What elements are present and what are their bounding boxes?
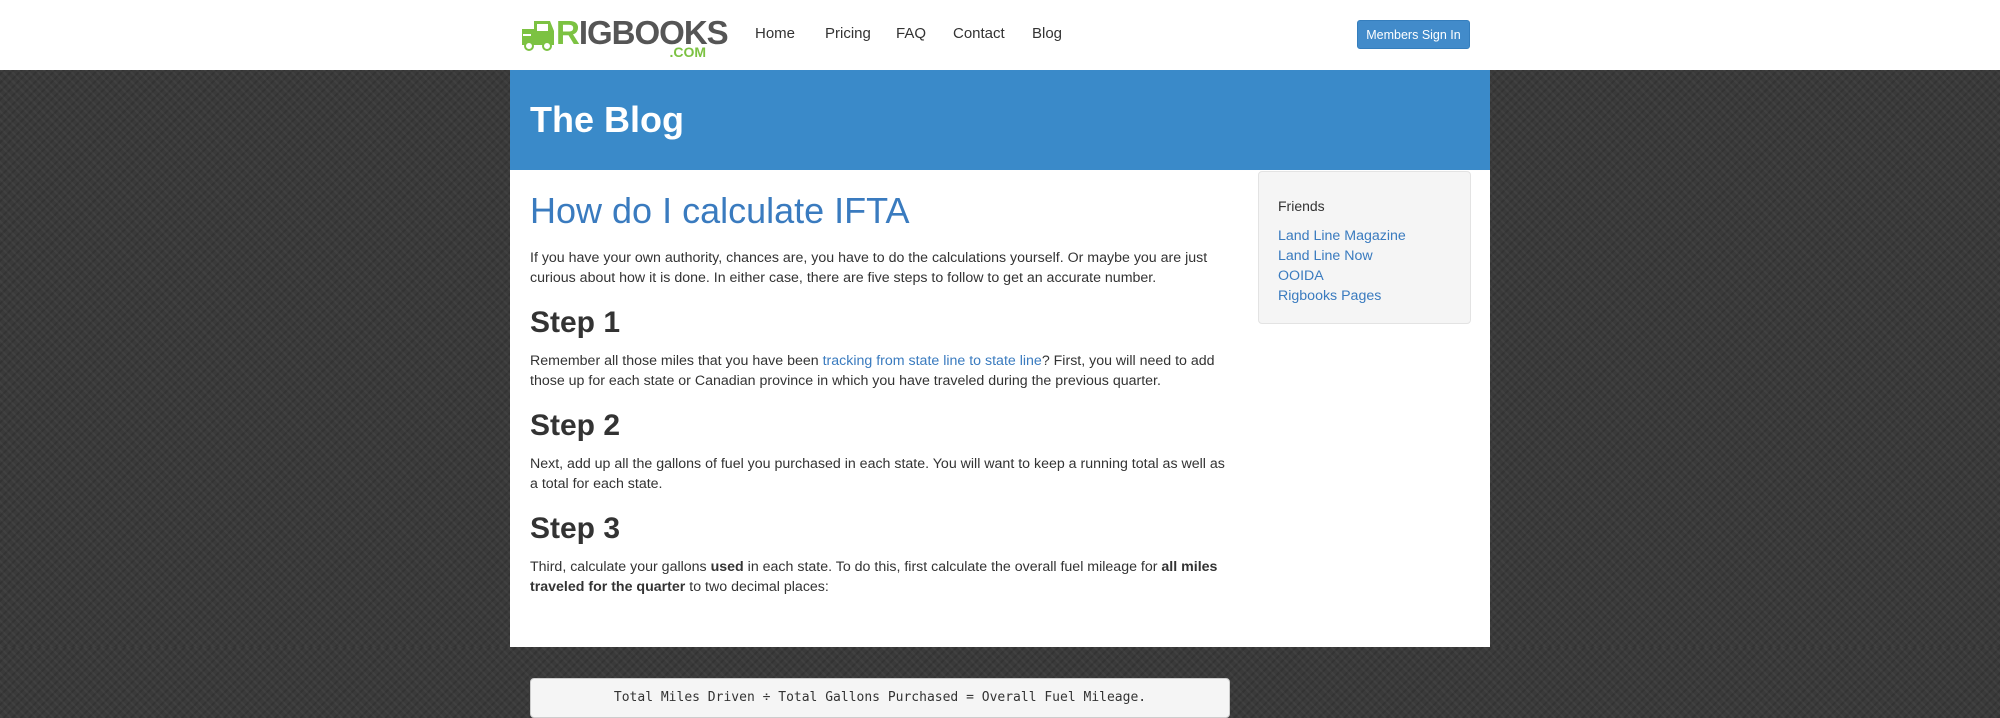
friend-link-ooida[interactable]: OOIDA [1278,268,1324,284]
nav-blog[interactable]: Blog [1032,25,1062,42]
friend-link-rigbooks-pages[interactable]: Rigbooks Pages [1278,288,1381,304]
page-title: The Blog [530,99,684,140]
rigbooks-logo[interactable]: RIGBOOKS .COM [520,13,729,60]
friend-link-land-line-now[interactable]: Land Line Now [1278,248,1373,264]
list-item: Land Line Magazine [1278,226,1406,246]
tracking-link[interactable]: tracking from state line to state line [823,353,1042,369]
step-2-heading: Step 2 [530,409,621,442]
truck-icon [522,21,554,51]
step-1-text: Remember all those miles that you have b… [530,353,1215,389]
members-sign-in-button[interactable]: Members Sign In [1357,20,1470,49]
nav-faq[interactable]: FAQ [896,25,926,42]
nav-contact[interactable]: Contact [953,25,1005,42]
sidebar-heading: Friends [1278,198,1325,214]
friends-sidebar: Friends Land Line Magazine Land Line Now… [1258,171,1471,324]
step-1-heading: Step 1 [530,306,621,339]
blog-banner: The Blog [510,70,1490,170]
article-intro: If you have your own authority, chances … [530,250,1208,286]
friend-link-land-line-magazine[interactable]: Land Line Magazine [1278,228,1406,244]
list-item: Rigbooks Pages [1278,286,1406,306]
step-3-text: Third, calculate your gallons used in ea… [530,559,1218,595]
nav-pricing[interactable]: Pricing [825,25,871,42]
logo-suffix: .COM [669,44,706,60]
friends-list: Land Line Magazine Land Line Now OOIDA R… [1278,226,1406,306]
page-container: The Blog How do I calculate IFTA If you … [510,70,1490,718]
step-2-text: Next, add up all the gallons of fuel you… [530,456,1225,492]
formula-code-block: Total Miles Driven ÷ Total Gallons Purch… [530,678,1230,718]
list-item: Land Line Now [1278,246,1406,266]
list-item: OOIDA [1278,266,1406,286]
top-navbar: RIGBOOKS .COM Home Pricing FAQ Contact B… [0,0,2000,70]
nav-home[interactable]: Home [755,25,795,42]
step-3-heading: Step 3 [530,512,621,545]
article-title[interactable]: How do I calculate IFTA [530,190,909,232]
